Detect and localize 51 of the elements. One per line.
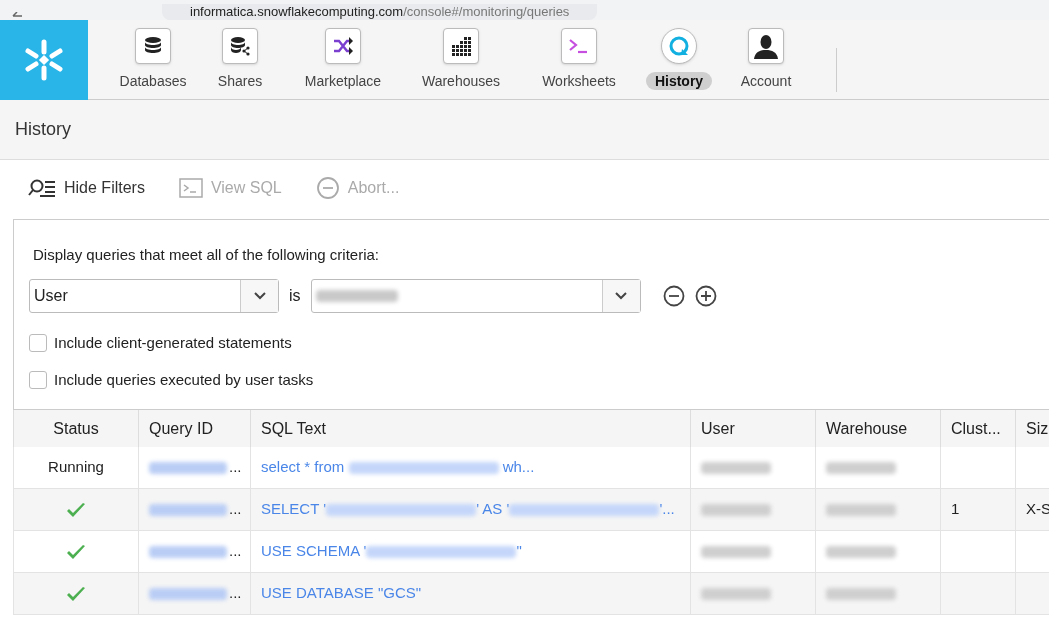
chevron-down-icon <box>615 292 628 300</box>
page-title: History <box>15 118 71 141</box>
redacted-text <box>701 587 771 600</box>
sql-link[interactable]: select * from wh... <box>261 456 535 479</box>
back-arrow-icon[interactable] <box>12 12 22 20</box>
redacted-text <box>701 461 771 474</box>
snowflake-icon <box>22 38 66 82</box>
nav-tab[interactable]: Worksheets <box>533 72 625 90</box>
redacted-text <box>701 503 771 516</box>
minus-circle-icon <box>315 176 340 200</box>
sql-link[interactable]: USE SCHEMA ' " <box>261 540 522 563</box>
search-list-icon <box>28 178 56 198</box>
nav-tab[interactable]: Warehouses <box>412 72 510 90</box>
database-icon[interactable] <box>135 28 171 64</box>
shuffle-icon[interactable] <box>325 28 361 64</box>
field-select[interactable]: User <box>29 279 279 313</box>
share-icon[interactable] <box>222 28 258 64</box>
nav-tab[interactable]: History <box>645 72 713 90</box>
toolbar-button[interactable]: Hide Filters <box>28 176 145 200</box>
criteria-heading: Display queries that meet all of the following criteria: <box>33 245 380 265</box>
ellipsis-text: ... <box>229 541 242 562</box>
redacted-text <box>826 587 896 600</box>
ellipsis-text: ... <box>229 583 242 604</box>
redacted-text <box>701 545 771 558</box>
checkbox[interactable] <box>29 334 47 353</box>
checkmark-icon <box>66 585 86 602</box>
redacted-text <box>826 461 896 474</box>
terminal-icon[interactable] <box>561 28 597 64</box>
nav-tab[interactable]: Shares <box>208 72 272 90</box>
chevron-down-icon <box>253 292 266 300</box>
remove-icon[interactable] <box>662 285 685 307</box>
add-icon[interactable] <box>694 285 717 307</box>
ellipsis-text: ... <box>229 457 242 478</box>
cluster-count: 1 <box>951 499 960 520</box>
checkbox-label: Include client-generated statements <box>54 333 292 353</box>
checkmark-icon <box>66 501 86 518</box>
nav-tab[interactable]: Account <box>731 72 801 90</box>
redacted-text <box>826 503 896 516</box>
status-text: Running <box>48 457 104 478</box>
nav-tab[interactable]: Databases <box>110 72 196 90</box>
address-bar[interactable]: informatica.snowflakecomputing.com/console#/monitoring/queries <box>162 4 598 20</box>
person-icon[interactable] <box>748 28 784 64</box>
ellipsis-text: ... <box>229 499 242 520</box>
terminal-icon <box>178 178 203 198</box>
operator-label: is <box>289 286 301 306</box>
checkmark-icon <box>66 543 86 560</box>
grid-icon[interactable] <box>443 28 479 64</box>
checkbox[interactable] <box>29 370 47 389</box>
nav-tab[interactable]: Marketplace <box>295 72 391 90</box>
redacted-text <box>826 545 896 558</box>
checkbox-label: Include queries executed by user tasks <box>54 369 314 390</box>
